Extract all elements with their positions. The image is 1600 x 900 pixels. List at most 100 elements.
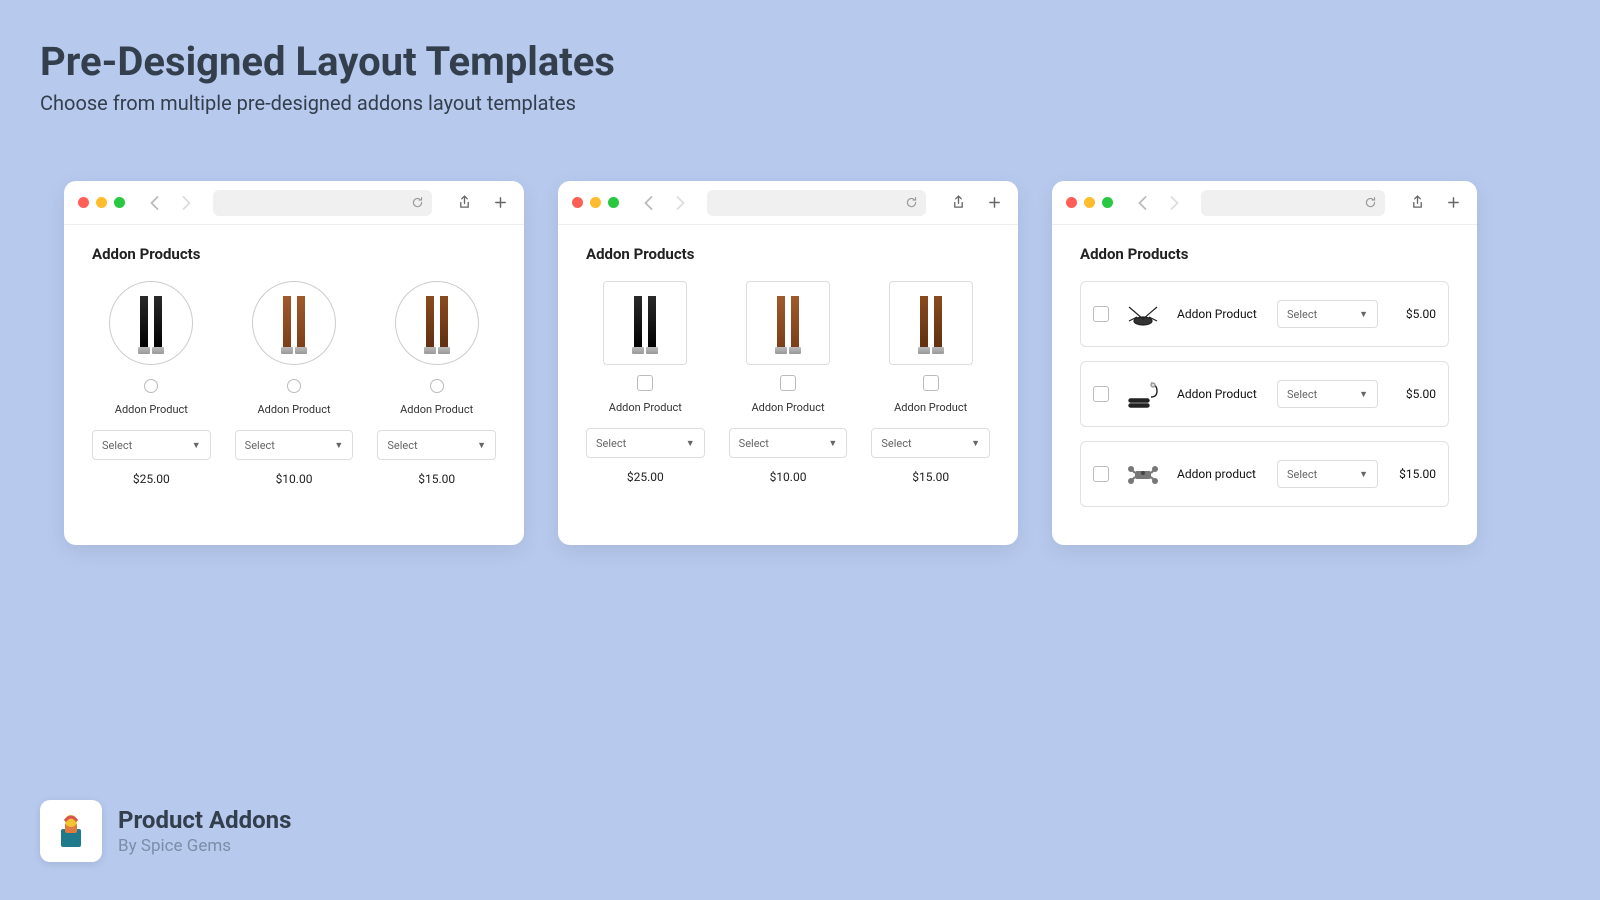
reload-icon — [411, 196, 424, 209]
checkbox-select[interactable] — [780, 375, 796, 391]
addon-grid: Addon Product Select▼ $25.00 Addon Produ… — [92, 281, 496, 486]
product-thumb[interactable] — [889, 281, 973, 365]
app-name: Product Addons — [118, 806, 291, 834]
addon-price: $15.00 — [418, 472, 455, 486]
checkbox-select[interactable] — [1093, 386, 1109, 402]
minimize-icon[interactable] — [590, 197, 601, 208]
reload-icon — [1364, 196, 1377, 209]
addon-item: Addon Product Select▼ $15.00 — [871, 281, 990, 484]
browser-toolbar — [64, 181, 524, 225]
addon-list-row: Addon Product Select▼ $5.00 — [1080, 361, 1449, 427]
windows-row: Addon Products Addon Product Select▼ $25… — [0, 115, 1600, 545]
back-button[interactable] — [143, 192, 165, 214]
addon-item: Addon Product Select▼ $25.00 — [92, 281, 211, 486]
template-window-circle: Addon Products Addon Product Select▼ $25… — [64, 181, 524, 545]
url-bar[interactable] — [1201, 190, 1385, 216]
addon-label: Addon Product — [1177, 387, 1265, 401]
variant-select[interactable]: Select▼ — [586, 428, 705, 458]
addon-label: Addon Product — [115, 403, 188, 416]
new-tab-icon[interactable] — [1443, 193, 1463, 213]
addon-list-row: Addon product Select▼ $15.00 — [1080, 441, 1449, 507]
share-icon[interactable] — [1407, 193, 1427, 213]
radio-select[interactable] — [287, 379, 301, 393]
radio-select[interactable] — [430, 379, 444, 393]
traffic-lights — [78, 197, 125, 208]
browser-toolbar — [558, 181, 1018, 225]
addon-price: $10.00 — [276, 472, 313, 486]
product-thumb[interactable] — [395, 281, 479, 365]
back-button[interactable] — [637, 192, 659, 214]
product-thumb[interactable] — [1121, 372, 1165, 416]
product-thumb[interactable] — [1121, 452, 1165, 496]
product-thumb[interactable] — [109, 281, 193, 365]
template-window-list: Addon Products Addon Product Select▼ $5.… — [1052, 181, 1477, 545]
addon-price: $25.00 — [627, 470, 664, 484]
product-thumb[interactable] — [746, 281, 830, 365]
addon-label: Addon Product — [609, 401, 682, 414]
addon-price: $5.00 — [1390, 387, 1436, 401]
addon-item: Addon Product Select▼ $10.00 — [235, 281, 354, 486]
minimize-icon[interactable] — [96, 197, 107, 208]
browser-toolbar — [1052, 181, 1477, 225]
addon-label: Addon Product — [400, 403, 473, 416]
addon-price: $15.00 — [1390, 467, 1436, 481]
url-bar[interactable] — [213, 190, 432, 216]
checkbox-select[interactable] — [637, 375, 653, 391]
app-logo-icon — [40, 800, 102, 862]
forward-button[interactable] — [1163, 192, 1185, 214]
reload-icon — [905, 196, 918, 209]
addon-price: $15.00 — [912, 470, 949, 484]
radio-select[interactable] — [144, 379, 158, 393]
page-title: Pre-Designed Layout Templates — [40, 38, 1560, 85]
page-header: Pre-Designed Layout Templates Choose fro… — [0, 0, 1600, 115]
forward-button[interactable] — [669, 192, 691, 214]
addon-item: Addon Product Select▼ $15.00 — [377, 281, 496, 486]
back-button[interactable] — [1131, 192, 1153, 214]
url-bar[interactable] — [707, 190, 926, 216]
addon-item: Addon Product Select▼ $25.00 — [586, 281, 705, 484]
variant-select[interactable]: Select▼ — [92, 430, 211, 460]
addon-label: Addon product — [1177, 467, 1265, 481]
checkbox-select[interactable] — [923, 375, 939, 391]
section-heading: Addon Products — [586, 245, 990, 263]
addon-price: $10.00 — [770, 470, 807, 484]
minimize-icon[interactable] — [1084, 197, 1095, 208]
addon-label: Addon Product — [751, 401, 824, 414]
close-icon[interactable] — [572, 197, 583, 208]
variant-select[interactable]: Select▼ — [235, 430, 354, 460]
maximize-icon[interactable] — [114, 197, 125, 208]
addon-label: Addon Product — [257, 403, 330, 416]
product-thumb[interactable] — [252, 281, 336, 365]
variant-select[interactable]: Select▼ — [1277, 380, 1378, 408]
variant-select[interactable]: Select▼ — [871, 428, 990, 458]
close-icon[interactable] — [78, 197, 89, 208]
new-tab-icon[interactable] — [490, 193, 510, 213]
app-footer: Product Addons By Spice Gems — [40, 800, 291, 862]
new-tab-icon[interactable] — [984, 193, 1004, 213]
variant-select[interactable]: Select▼ — [729, 428, 848, 458]
close-icon[interactable] — [1066, 197, 1077, 208]
app-byline: By Spice Gems — [118, 836, 291, 856]
checkbox-select[interactable] — [1093, 466, 1109, 482]
page-subtitle: Choose from multiple pre-designed addons… — [40, 91, 1560, 115]
checkbox-select[interactable] — [1093, 306, 1109, 322]
share-icon[interactable] — [454, 193, 474, 213]
forward-button[interactable] — [175, 192, 197, 214]
addon-grid: Addon Product Select▼ $25.00 Addon Produ… — [586, 281, 990, 484]
variant-select[interactable]: Select▼ — [377, 430, 496, 460]
variant-select[interactable]: Select▼ — [1277, 300, 1378, 328]
traffic-lights — [1066, 197, 1113, 208]
variant-select[interactable]: Select▼ — [1277, 460, 1378, 488]
addon-label: Addon Product — [1177, 307, 1265, 321]
product-thumb[interactable] — [1121, 292, 1165, 336]
addon-label: Addon Product — [894, 401, 967, 414]
section-heading: Addon Products — [1080, 245, 1449, 263]
maximize-icon[interactable] — [608, 197, 619, 208]
maximize-icon[interactable] — [1102, 197, 1113, 208]
addon-list-row: Addon Product Select▼ $5.00 — [1080, 281, 1449, 347]
product-thumb[interactable] — [603, 281, 687, 365]
share-icon[interactable] — [948, 193, 968, 213]
addon-price: $25.00 — [133, 472, 170, 486]
addon-price: $5.00 — [1390, 307, 1436, 321]
traffic-lights — [572, 197, 619, 208]
